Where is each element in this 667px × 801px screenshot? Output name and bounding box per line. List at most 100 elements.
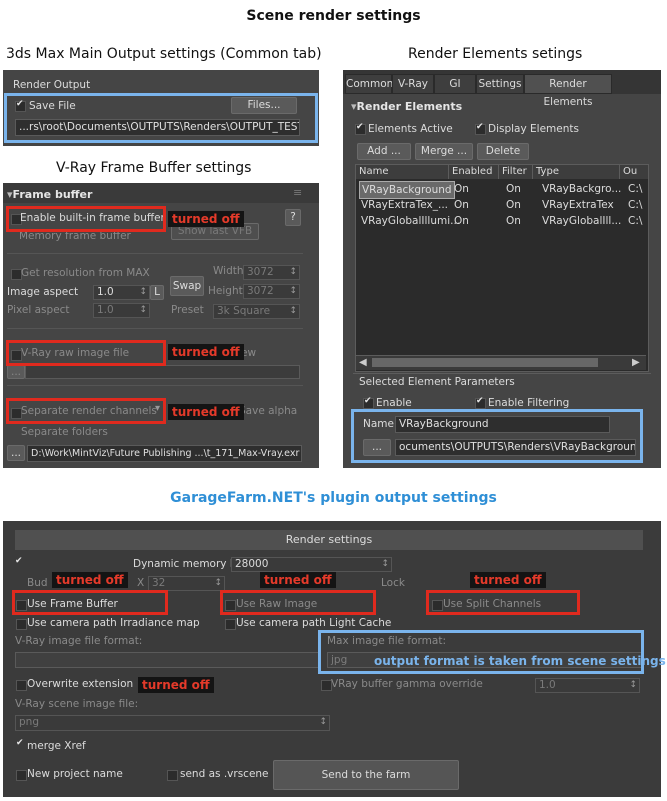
separate-channels-highlight	[6, 398, 166, 424]
delete-button[interactable]: Delete	[477, 143, 529, 160]
preset-dropdown[interactable]: 3k Square	[213, 304, 300, 319]
turned-off-label: turned off	[168, 404, 244, 420]
bud-label: Bud	[27, 577, 48, 589]
enable-checkbox[interactable]	[363, 396, 374, 409]
use-split-highlight	[426, 590, 580, 615]
use-raw-highlight	[220, 590, 376, 615]
tab-common[interactable]: Common	[345, 74, 393, 94]
pixel-aspect-label: Pixel aspect	[7, 304, 70, 316]
preset-label: Preset	[171, 304, 204, 316]
cam-lc-checkbox[interactable]	[225, 619, 236, 630]
row-type: VRayGlobalIll...	[542, 215, 622, 227]
width-spinner[interactable]: 3072	[243, 265, 300, 280]
channels-browse-button[interactable]: ...	[7, 445, 25, 461]
elements-table: Name Enabled Filter Type Ou VRayBackgrou…	[355, 164, 649, 372]
cam-irr-label: Use camera path Irradiance map	[27, 617, 200, 629]
col-enabled[interactable]: Enabled	[449, 165, 499, 179]
vray-format-label: V-Ray image file format:	[15, 635, 143, 647]
scene-image-dropdown[interactable]: png	[15, 715, 330, 731]
enable-filtering-checkbox[interactable]	[475, 396, 486, 409]
common-title: 3ds Max Main Output settings (Common tab…	[6, 46, 322, 62]
new-project-label: New project name	[27, 768, 123, 780]
scroll-left-icon[interactable]: ◀	[359, 357, 367, 368]
col-filter[interactable]: Filter	[499, 165, 533, 179]
overwrite-ext-checkbox[interactable]	[16, 680, 27, 691]
tab-vray[interactable]: V-Ray	[392, 74, 434, 94]
cam-lc-label: Use camera path Light Cache	[236, 617, 392, 629]
output-note-label: output format is taken from scene settin…	[374, 654, 666, 668]
channels-path-field[interactable]: D:\Work\MintViz\Future Publishing ...\t_…	[27, 445, 302, 462]
render-elements-section[interactable]: Render Elements	[351, 100, 463, 113]
new-project-checkbox[interactable]	[16, 770, 27, 781]
lock-aspect-button[interactable]: L	[150, 285, 164, 300]
use-fb-highlight	[12, 590, 168, 615]
raw-path-field[interactable]	[25, 365, 300, 379]
separate-folders-label: Separate folders	[21, 426, 108, 438]
display-elements-label: Display Elements	[488, 123, 579, 135]
row-type: VRayExtraTex	[542, 199, 614, 211]
add-button[interactable]: Add ...	[357, 143, 411, 160]
render-settings-bar[interactable]: Render settings	[15, 530, 643, 550]
render-elements-highlight	[351, 409, 643, 463]
merge-button[interactable]: Merge ...	[415, 143, 473, 160]
common-highlight	[4, 93, 318, 143]
height-spinner[interactable]: 3072	[243, 284, 300, 299]
render-elements-title: Render Elements setings	[408, 46, 583, 62]
vray-format-field[interactable]	[15, 652, 320, 668]
send-to-farm-button[interactable]: Send to the farm	[273, 760, 459, 790]
col-name[interactable]: Name	[356, 165, 449, 179]
col-output[interactable]: Ou	[620, 165, 649, 179]
row-output: C:\	[628, 183, 643, 195]
selected-params-label: Selected Element Parameters	[359, 376, 515, 388]
page-title: Scene render settings	[246, 8, 421, 24]
row-output: C:\	[628, 199, 643, 211]
row-name: VRayGlobalIllumi...	[361, 215, 461, 227]
dyn-mem-checkbox[interactable]	[15, 556, 24, 568]
turned-off-label: turned off	[168, 211, 244, 227]
swap-button[interactable]: Swap	[170, 276, 204, 296]
merge-xref-label: merge Xref	[27, 740, 86, 752]
row-type: VRayBackgro...	[542, 183, 622, 195]
bud-x-spinner[interactable]: 32	[148, 576, 225, 591]
turned-off-label: turned off	[168, 344, 244, 360]
image-aspect-spinner[interactable]: 1.0	[93, 285, 150, 300]
raw-browse-button[interactable]: ...	[7, 365, 25, 379]
elements-active-checkbox[interactable]	[355, 122, 366, 135]
garage-title: GarageFarm.NET's plugin output settings	[170, 490, 497, 506]
frame-buffer-section[interactable]: Frame buffer	[7, 188, 93, 201]
turned-off-label: turned off	[260, 572, 336, 588]
enable-fb-highlight	[6, 206, 166, 232]
bud-x-label: X	[137, 577, 145, 589]
display-elements-checkbox[interactable]	[475, 122, 486, 135]
gamma-spinner[interactable]: 1.0	[535, 678, 640, 693]
overwrite-ext-label: Overwrite extension	[27, 678, 134, 690]
cam-irr-checkbox[interactable]	[16, 619, 27, 630]
scroll-right-icon[interactable]: ▶	[632, 357, 640, 368]
send-vrscene-checkbox[interactable]	[167, 770, 178, 781]
row-filter: On	[506, 199, 521, 211]
image-aspect-label: Image aspect	[7, 286, 79, 298]
send-vrscene-label: send as .vrscene	[180, 768, 269, 780]
gamma-override-label: VRay buffer gamma override	[331, 678, 483, 690]
scroll-thumb[interactable]	[372, 358, 598, 367]
merge-xref-checkbox[interactable]	[16, 738, 25, 750]
turned-off-label: turned off	[470, 572, 546, 588]
width-label: Width	[213, 265, 244, 277]
get-res-label: Get resolution from MAX	[21, 267, 150, 279]
col-type[interactable]: Type	[533, 165, 620, 179]
row-output: C:\	[628, 215, 643, 227]
scene-image-label: V-Ray scene image file:	[15, 698, 139, 710]
save-alpha-label: Save alpha	[239, 405, 298, 417]
render-settings-label: Render settings	[285, 533, 373, 546]
dyn-mem-spinner[interactable]: 28000	[231, 557, 392, 572]
pixel-aspect-spinner[interactable]: 1.0	[93, 303, 150, 318]
tab-gi[interactable]: GI	[434, 74, 476, 94]
drag-handle-icon: ≡	[293, 186, 303, 199]
help-button[interactable]: ?	[285, 209, 301, 226]
lock-label: Lock	[381, 577, 405, 589]
tab-settings[interactable]: Settings	[476, 74, 524, 94]
tab-render-elements[interactable]: Render Elements	[524, 74, 612, 108]
vfb-title: V-Ray Frame Buffer settings	[56, 160, 252, 176]
table-hscrollbar[interactable]: ◀ ▶	[356, 355, 646, 370]
turned-off-label: turned off	[138, 677, 214, 693]
